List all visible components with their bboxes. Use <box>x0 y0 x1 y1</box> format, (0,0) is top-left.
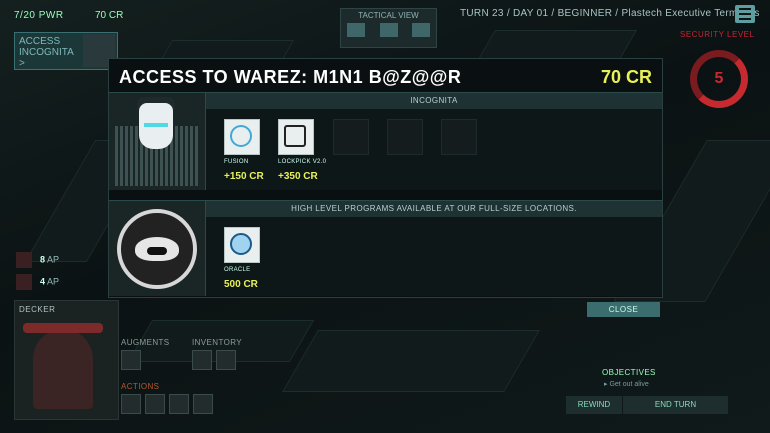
agent-profile-panel: DECKER <box>14 300 119 420</box>
raccoon-avatar <box>117 209 197 289</box>
agent-avatar <box>16 252 32 268</box>
agent-ap: 4 <box>40 276 46 287</box>
empty-program-slot <box>441 119 477 155</box>
augment-slot[interactable] <box>121 350 141 370</box>
menu-button[interactable] <box>735 5 755 23</box>
incognita-label: INCOGNITA <box>19 47 74 58</box>
vendor-portrait <box>109 201 206 296</box>
program-price: +150 CR <box>224 171 264 182</box>
access-label: ACCESS <box>19 36 61 47</box>
security-level-meter: 5 <box>690 50 748 108</box>
program-slot-lockpick[interactable] <box>278 119 314 155</box>
end-turn-button[interactable]: END TURN <box>623 396 728 414</box>
chevron-down-icon[interactable] <box>379 23 398 37</box>
action-slot[interactable] <box>169 394 189 414</box>
dialog-credits: 70 CR <box>600 67 652 87</box>
rewind-button[interactable]: REWIND <box>566 396 622 414</box>
security-level-value: 5 <box>714 70 724 87</box>
actions-label: ACTIONS <box>121 382 160 391</box>
program-name: FUSION <box>224 159 249 165</box>
section-header: HIGH LEVEL PROGRAMS AVAILABLE AT OUR FUL… <box>206 201 662 217</box>
credits-readout: 70 CR <box>95 10 124 21</box>
action-slot[interactable] <box>121 394 141 414</box>
program-slot-oracle[interactable] <box>224 227 260 263</box>
augments-label: AUGMENTS <box>121 338 170 347</box>
access-incognita-button[interactable]: ACCESS INCOGNITA > <box>14 32 118 70</box>
objectives-title: OBJECTIVES <box>602 368 656 377</box>
action-slot[interactable] <box>193 394 213 414</box>
turn-info: TURN 23 / DAY 01 / BEGINNER / Plastech E… <box>460 8 760 19</box>
top-hud: 7/20 PWR 70 CR TACTICAL VIEW TURN 23 / D… <box>0 0 770 48</box>
agent-name: DECKER <box>19 305 56 314</box>
decker-portrait <box>33 329 93 409</box>
agent-row[interactable]: 8 AP <box>16 252 59 268</box>
objective-item: ▸ Get out alive <box>604 381 649 388</box>
program-name: LOCKPICK V2.0 <box>278 159 327 165</box>
tactical-view-label: TACTICAL VIEW <box>358 11 419 20</box>
program-price: 500 CR <box>224 279 258 290</box>
tactical-view-control[interactable]: TACTICAL VIEW <box>340 8 437 48</box>
agent-ap: 8 <box>40 254 46 265</box>
empty-program-slot <box>387 119 423 155</box>
lockpick-icon <box>284 125 306 147</box>
inventory-slot[interactable] <box>216 350 236 370</box>
vendor-section: HIGH LEVEL PROGRAMS AVAILABLE AT OUR FUL… <box>109 200 662 296</box>
program-name: ORACLE <box>224 267 251 273</box>
inventory-label: INVENTORY <box>192 338 242 347</box>
section-header: INCOGNITA <box>206 93 662 109</box>
program-price: +350 CR <box>278 171 318 182</box>
power-readout: 7/20 PWR <box>14 10 64 21</box>
rotate-right-icon[interactable] <box>412 23 430 37</box>
agent-row[interactable]: 4 AP <box>16 274 59 290</box>
program-slot-fusion[interactable] <box>224 119 260 155</box>
oracle-icon <box>230 233 252 255</box>
warez-shop-dialog: ACCESS TO WAREZ: M1N1 B@Z@@R 70 CR INCOG… <box>108 58 663 298</box>
agent-avatar <box>16 274 32 290</box>
inventory-slot[interactable] <box>192 350 212 370</box>
rotate-left-icon[interactable] <box>347 23 365 37</box>
dialog-title: ACCESS TO WAREZ: M1N1 B@Z@@R <box>119 67 462 87</box>
security-level-label: SECURITY LEVEL <box>680 30 755 39</box>
incognita-section: INCOGNITA FUSION +150 CR LOCKPICK V2.0 +… <box>109 92 662 190</box>
access-arrow: > <box>19 58 25 69</box>
incognita-portrait <box>109 93 206 190</box>
close-button[interactable]: CLOSE <box>587 302 660 317</box>
action-slot[interactable] <box>145 394 165 414</box>
fusion-icon <box>230 125 252 147</box>
empty-program-slot <box>333 119 369 155</box>
